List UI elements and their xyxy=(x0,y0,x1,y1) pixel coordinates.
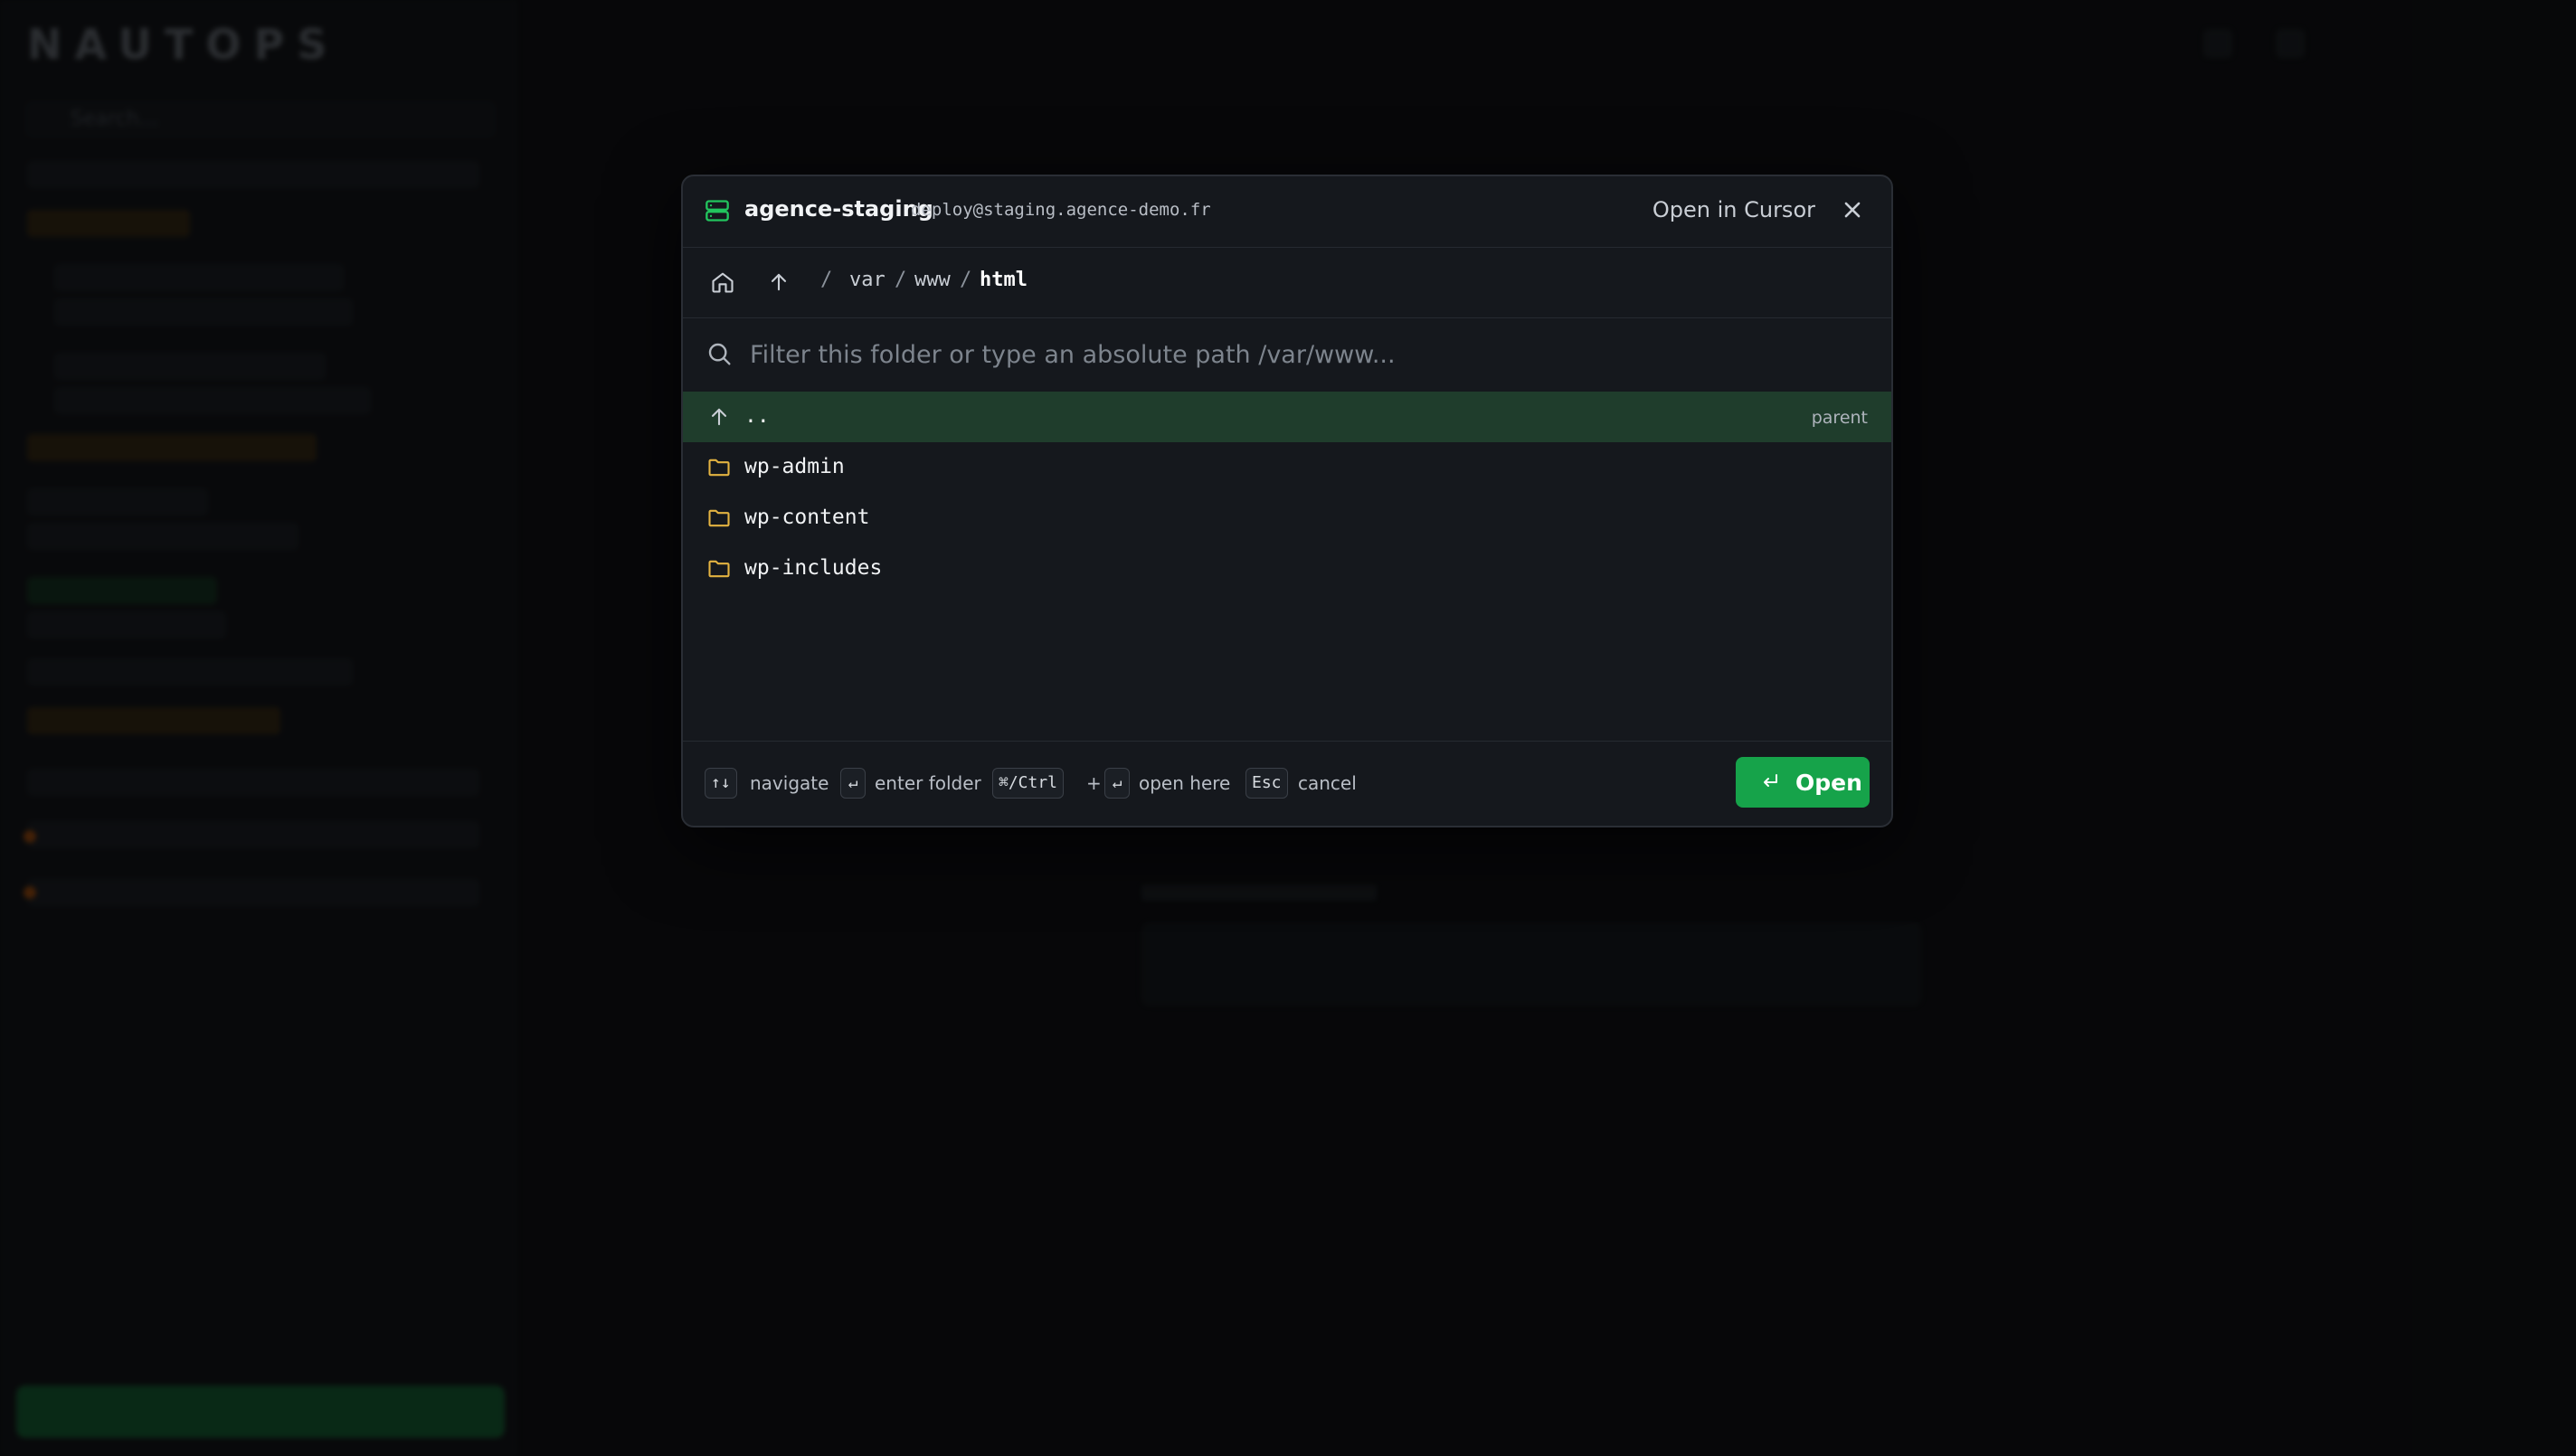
filter-bar xyxy=(683,317,1891,392)
enter-icon xyxy=(1764,774,1777,787)
arrow-up-icon xyxy=(711,408,727,426)
list-item-label: wp-includes xyxy=(744,556,883,580)
list-item-folder[interactable]: wp-admin xyxy=(683,442,1891,493)
list-item-folder[interactable]: wp-includes xyxy=(683,544,1891,594)
server-icon xyxy=(706,200,729,222)
modifier-key: ⌘/Ctrl xyxy=(992,768,1065,799)
breadcrumb-separator: / xyxy=(960,269,972,291)
navigate-key: ↑↓ xyxy=(705,768,737,799)
list-item-label: wp-admin xyxy=(744,455,845,478)
close-icon[interactable] xyxy=(1837,194,1868,225)
breadcrumb-separator: / xyxy=(895,269,907,291)
open-here-key: ↵ xyxy=(1104,768,1130,799)
list-item-folder[interactable]: wp-content xyxy=(683,493,1891,544)
open-button[interactable]: Open xyxy=(1736,757,1870,808)
navigate-label: navigate xyxy=(750,772,829,794)
breadcrumb-current: html xyxy=(980,269,1028,291)
open-here-label: open here xyxy=(1139,772,1231,794)
cancel-label: cancel xyxy=(1298,772,1357,794)
folder-list: .. parent wp-admin wp-content wp-include… xyxy=(683,392,1891,742)
parent-hint: parent xyxy=(1811,408,1868,428)
enter-folder-label: enter folder xyxy=(875,772,981,794)
enter-key: ↵ xyxy=(840,768,866,799)
host-connection: deploy@staging.agence-demo.fr xyxy=(911,200,1211,220)
arrow-up-icon[interactable] xyxy=(766,269,791,295)
cancel-key: Esc xyxy=(1245,768,1288,799)
breadcrumb-root[interactable]: / xyxy=(820,269,832,291)
search-icon xyxy=(708,343,731,365)
dialog-header: agence-staging deploy@staging.agence-dem… xyxy=(683,176,1891,248)
open-in-label: Open in Cursor xyxy=(1652,197,1815,222)
open-button-label: Open xyxy=(1795,770,1862,796)
folder-icon xyxy=(708,509,730,527)
list-item-parent[interactable]: .. parent xyxy=(683,392,1891,442)
list-item-label: .. xyxy=(744,404,770,428)
folder-icon xyxy=(708,560,730,578)
breadcrumb-segment[interactable]: var xyxy=(849,269,886,291)
home-icon[interactable] xyxy=(710,269,735,295)
host-name: agence-staging xyxy=(744,196,933,222)
list-item-label: wp-content xyxy=(744,506,870,529)
plus-sign: + xyxy=(1086,772,1102,794)
dialog-footer: ↑↓ navigate ↵ enter folder ⌘/Ctrl + ↵ op… xyxy=(683,741,1891,826)
folder-icon xyxy=(708,459,730,477)
path-filter-input[interactable] xyxy=(748,330,1837,379)
breadcrumb-segment[interactable]: www xyxy=(914,269,951,291)
breadcrumb: / var / www / html xyxy=(683,247,1891,318)
remote-folder-picker-dialog: agence-staging deploy@staging.agence-dem… xyxy=(681,175,1893,827)
